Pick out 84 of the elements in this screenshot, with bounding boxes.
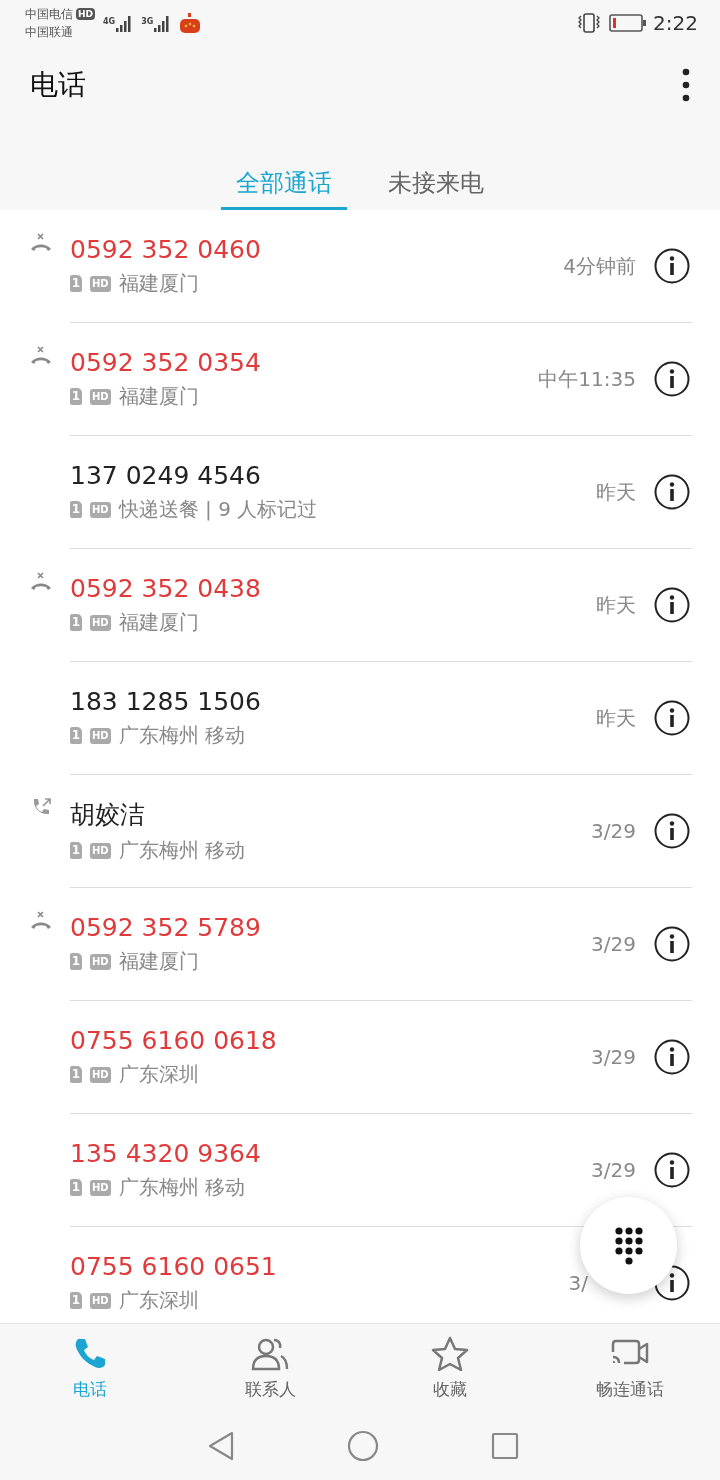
call-time: 昨天 [596,478,636,506]
caller-number: 137 0249 4546 [70,461,262,490]
hd-badge: HD [90,953,111,970]
sim-card-badge: 1 [70,1179,82,1196]
call-time: 3/29 [591,1045,636,1069]
hd-badge: HD [90,1292,111,1309]
network-type: 3G [141,16,154,26]
caller-location: 广东梅州 移动 [118,837,246,864]
caller-location: 福建厦门 [118,948,199,975]
caller-location: 广东梅州 移动 [118,1174,246,1201]
home-icon[interactable] [347,1429,379,1462]
hd-badge: HD [90,275,111,292]
call-time: 3/29 [591,819,636,843]
caller-location: 快递送餐 | 9 人标记过 [118,496,318,523]
network-type: 4G [103,16,116,26]
carrier-name: 中国电信 [25,5,73,23]
info-icon[interactable] [654,248,690,284]
caller-location: 广东梅州 移动 [118,722,246,749]
missed-call-icon [29,345,53,365]
missed-call-icon [29,910,53,930]
call-time: 3/ [568,1271,588,1295]
caller-number: 0755 6160 0618 [70,1026,278,1055]
sim-card-badge: 1 [70,953,82,970]
hd-badge: HD [90,388,111,405]
info-icon[interactable] [654,361,690,397]
recents-icon[interactable] [491,1431,519,1460]
sim-card-badge: 1 [70,275,82,292]
sim-card-badge: 1 [70,842,82,859]
info-icon[interactable] [654,926,690,962]
tab[interactable]: 未接来电 [373,167,499,210]
sim-card-badge: 1 [70,1292,82,1309]
hd-badge: HD [90,1066,111,1083]
call-time: 昨天 [596,591,636,619]
missed-call-icon [29,232,53,252]
info-icon[interactable] [654,587,690,623]
caller-number: 0592 352 0438 [70,574,262,603]
sim-card-badge: 1 [70,614,82,631]
call-time: 昨天 [596,704,636,732]
info-icon[interactable] [654,474,690,510]
missed-call-icon [29,571,53,591]
hd-badge: HD [90,727,111,744]
nav-tab[interactable]: 收藏 [360,1324,540,1411]
battery-icon [609,12,648,33]
hd-badge: HD [90,614,111,631]
caller-location: 福建厦门 [118,270,199,297]
call-time: 3/29 [591,1158,636,1182]
hd-badge: HD [90,1179,111,1196]
contacts-icon [250,1336,290,1372]
caller-location: 广东深圳 [118,1061,199,1088]
sim-card-badge: 1 [70,501,82,518]
call-time: 中午11:35 [538,365,636,393]
carrier-name: 中国联通 [25,23,74,41]
caller-number: 183 1285 1506 [70,687,262,716]
caller-number: 胡姣洁 [70,799,146,831]
app-title: 电话 [30,67,87,103]
app-notification-icon [179,11,202,34]
nav-tab[interactable]: 畅连通话 [540,1324,720,1411]
hd-badge: HD [90,842,111,859]
clock: 2:22 [653,10,698,35]
info-icon[interactable] [654,1039,690,1075]
vibrate-icon [577,11,602,34]
caller-location: 广东深圳 [118,1287,199,1314]
caller-number: 0592 352 5789 [70,913,262,942]
star-icon [431,1336,469,1372]
caller-number: 0755 6160 0651 [70,1252,278,1281]
sim-card-badge: 1 [70,388,82,405]
caller-number: 0592 352 0354 [70,348,262,377]
caller-number: 0592 352 0460 [70,235,262,264]
sim-card-badge: 1 [70,727,82,744]
caller-location: 福建厦门 [118,609,199,636]
more-menu-icon[interactable] [682,68,690,102]
nav-tab[interactable]: 联系人 [180,1324,360,1411]
info-icon[interactable] [654,813,690,849]
info-icon[interactable] [654,1152,690,1188]
sim-card-badge: 1 [70,1066,82,1083]
back-icon[interactable] [207,1430,235,1461]
call-time: 3/29 [591,932,636,956]
hd-badge: HD [76,7,95,20]
info-icon[interactable] [654,700,690,736]
call-time: 4分钟前 [563,252,636,280]
hd-badge: HD [90,501,111,518]
caller-number: 135 4320 9364 [70,1139,262,1168]
caller-location: 福建厦门 [118,383,199,410]
dialpad-icon [614,1226,643,1265]
